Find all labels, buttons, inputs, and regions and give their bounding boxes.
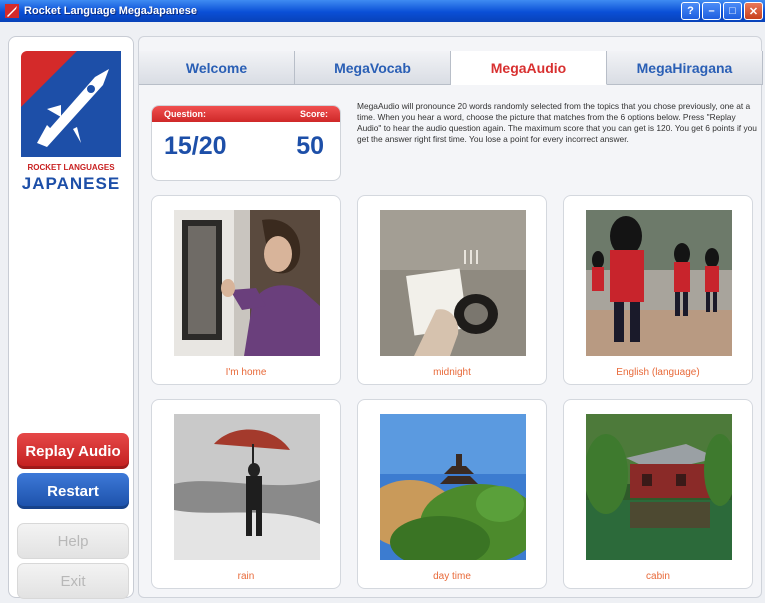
pagoda-tree-photo: [380, 414, 526, 560]
score-card: Question: Score: 15/20 50: [151, 105, 341, 181]
app-window: Rocket Language MegaJapanese ? – □ ✕ ROC…: [0, 0, 765, 603]
light-switch-photo: [380, 210, 526, 356]
tab-megahiragana[interactable]: MegaHiragana: [607, 51, 763, 85]
window-title: Rocket Language MegaJapanese: [24, 5, 198, 17]
main-panel: Welcome MegaVocab MegaAudio MegaHiragana…: [138, 36, 763, 598]
option-card-im-home[interactable]: I'm home: [151, 195, 341, 385]
option-caption: midnight: [433, 367, 471, 378]
woman-at-door-photo: [174, 210, 320, 356]
sidebar: ROCKET LANGUAGES JAPANESE Replay Audio R…: [8, 36, 134, 599]
tab-bar: Welcome MegaVocab MegaAudio MegaHiragana: [139, 51, 763, 85]
option-card-cabin[interactable]: cabin: [563, 399, 753, 589]
tab-megavocab[interactable]: MegaVocab: [295, 51, 451, 85]
close-button[interactable]: ✕: [744, 2, 763, 20]
maximize-button[interactable]: □: [723, 2, 742, 20]
minimize-button[interactable]: –: [702, 2, 721, 20]
exit-button[interactable]: Exit: [17, 563, 129, 599]
umbrella-in-rain-photo: [174, 414, 320, 560]
option-caption: I'm home: [225, 367, 267, 378]
tab-megaaudio[interactable]: MegaAudio: [451, 51, 607, 85]
score-label: Score:: [299, 109, 328, 119]
instructions-text: MegaAudio will pronounce 20 words random…: [357, 101, 757, 144]
help-window-button[interactable]: ?: [681, 2, 700, 20]
option-caption: rain: [237, 571, 255, 582]
rocket-logo-icon: [21, 51, 121, 157]
option-caption: day time: [433, 571, 471, 582]
option-caption: cabin: [646, 571, 670, 582]
question-label: Question:: [164, 109, 206, 119]
restart-button[interactable]: Restart: [17, 473, 129, 509]
lake-cabin-photo: [586, 414, 732, 560]
help-button[interactable]: Help: [17, 523, 129, 559]
rocket-app-icon: [5, 4, 19, 18]
title-bar: Rocket Language MegaJapanese ? – □ ✕: [0, 0, 765, 22]
replay-audio-button[interactable]: Replay Audio: [17, 433, 129, 469]
score-value: 50: [296, 132, 324, 160]
option-card-midnight[interactable]: midnight: [357, 195, 547, 385]
royal-guards-photo: [586, 210, 732, 356]
question-counter: 15/20: [164, 132, 227, 160]
option-card-rain[interactable]: rain: [151, 399, 341, 589]
language-name: JAPANESE: [21, 174, 121, 193]
option-caption: English (language): [616, 367, 700, 378]
rocket-languages-logo: ROCKET LANGUAGES JAPANESE: [17, 47, 125, 197]
tab-welcome[interactable]: Welcome: [139, 51, 295, 85]
option-card-day-time[interactable]: day time: [357, 399, 547, 589]
option-card-english-language[interactable]: English (language): [563, 195, 753, 385]
brand-name: ROCKET LANGUAGES: [27, 163, 115, 172]
